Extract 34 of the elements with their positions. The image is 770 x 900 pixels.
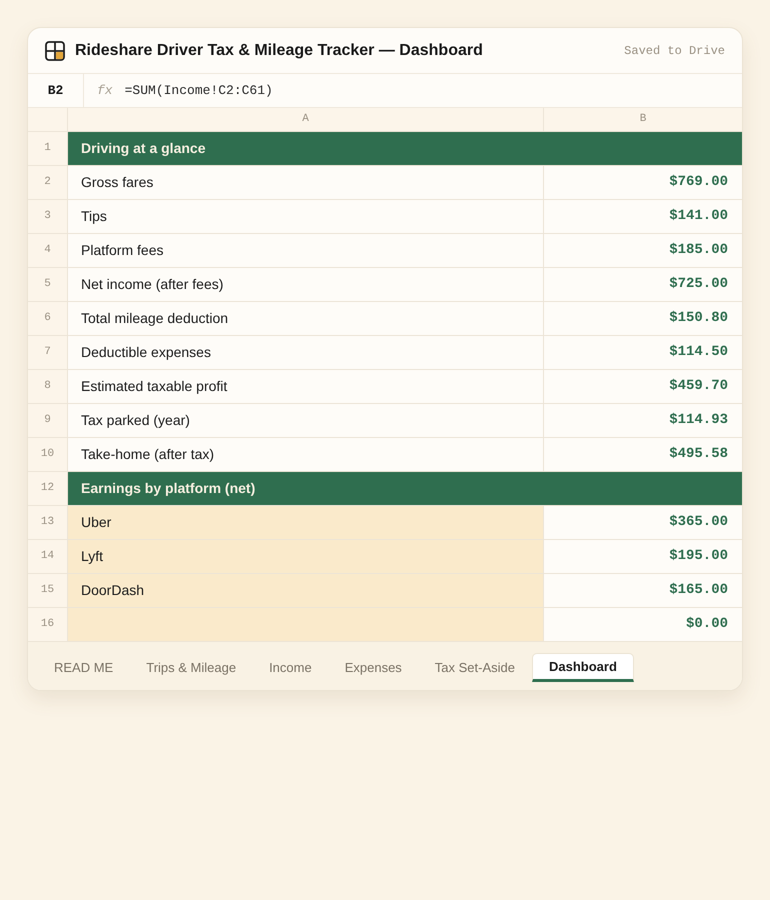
sheet-tab[interactable]: Dashboard: [532, 653, 634, 682]
cell-reference[interactable]: B2: [28, 74, 84, 107]
table-cell: Lyft: [68, 540, 544, 573]
table-cell: DoorDash: [68, 574, 544, 607]
column-header[interactable]: B: [544, 108, 742, 131]
row-number: 10: [28, 438, 68, 471]
sheet-tab[interactable]: Income: [253, 653, 328, 682]
row-number: 9: [28, 404, 68, 437]
sheet-tab[interactable]: Trips & Mileage: [130, 653, 252, 682]
save-status: Saved to Drive: [624, 42, 725, 60]
row-number: 7: [28, 336, 68, 369]
sheet-tab[interactable]: READ ME: [38, 653, 130, 682]
fx-label: fx: [97, 82, 113, 100]
row-number: 12: [28, 472, 68, 505]
row-number: 2: [28, 166, 68, 199]
table-cell: Uber: [68, 506, 544, 539]
formula-text[interactable]: =SUM(Income!C2:C61): [124, 80, 273, 100]
grid-icon: [45, 40, 65, 60]
row-number: 13: [28, 506, 68, 539]
row-number: 6: [28, 302, 68, 335]
sheet-tab[interactable]: Expenses: [328, 653, 418, 682]
column-header[interactable]: A: [68, 108, 544, 131]
row-number: 8: [28, 370, 68, 403]
window-title: Rideshare Driver Tax & Mileage Tracker — Dashboard: [75, 40, 483, 60]
row-number: 3: [28, 200, 68, 233]
section-header: Driving at a glance: [68, 132, 742, 165]
sheet-tab[interactable]: Tax Set-Aside: [418, 653, 531, 682]
row-number: 16: [28, 608, 68, 641]
row-number: 1: [28, 132, 68, 165]
row-number: 15: [28, 574, 68, 607]
section-header: Earnings by platform (net): [68, 472, 742, 505]
row-number: 4: [28, 234, 68, 267]
row-number: 14: [28, 540, 68, 573]
row-number: 5: [28, 268, 68, 301]
